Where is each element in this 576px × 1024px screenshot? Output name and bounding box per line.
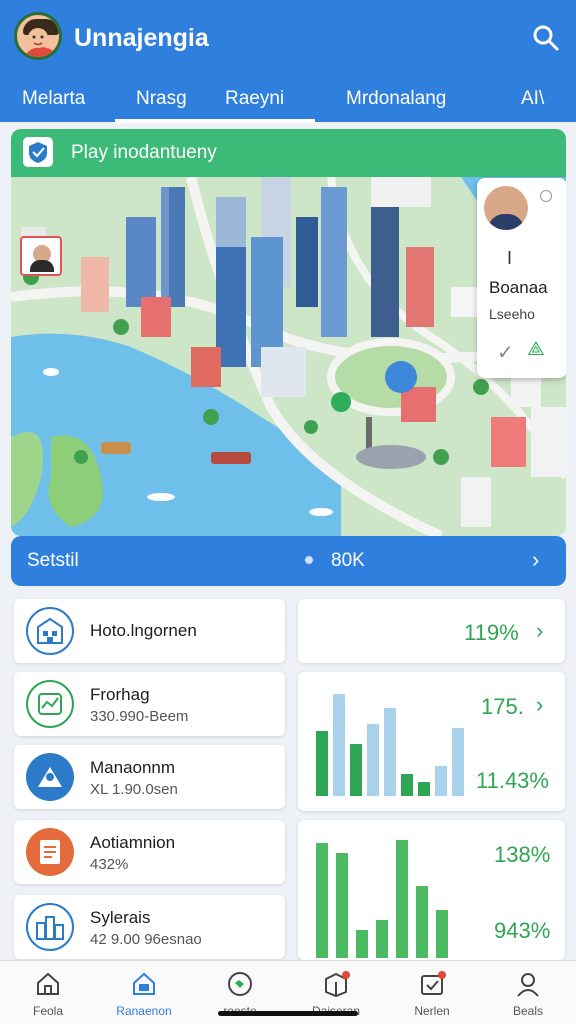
list-item[interactable]: Aotiamnion 432%	[14, 820, 285, 884]
chart-bar	[416, 886, 428, 958]
active-tab-indicator	[115, 119, 315, 123]
map-banner[interactable]: Play inodantueny	[11, 129, 566, 177]
stat-card-3[interactable]: 138% 943%	[298, 820, 565, 960]
chevron-right-icon[interactable]: ›	[532, 547, 539, 573]
chart-bar	[418, 782, 430, 796]
list-item-title: Manaonnm	[90, 758, 176, 777]
profile-sub: Lseeho	[489, 306, 535, 322]
nav-item-user[interactable]: Beals	[480, 961, 576, 1024]
nav-item-map[interactable]: Ranaenon	[96, 961, 192, 1024]
chart-bar	[384, 708, 396, 796]
list-item-title: Sylerais	[90, 908, 151, 927]
chart-bar	[435, 766, 447, 796]
app-title: Unnajengia	[74, 24, 209, 52]
list-item-title: Hoto.lngornen	[90, 621, 197, 640]
map-card: Play inodantueny I Boanaa Lseeho ✓ ⟁	[11, 129, 566, 536]
tab-raeyni[interactable]: Raeyni	[225, 88, 284, 110]
user-avatar[interactable]	[14, 12, 62, 60]
box-icon	[325, 971, 350, 998]
list-item-sub: 432%	[90, 856, 129, 873]
chart-icon	[26, 680, 74, 728]
chart-bar	[396, 840, 408, 958]
nav-label: Beals	[512, 1004, 544, 1018]
chart-bar	[367, 724, 379, 796]
checkmark-icon[interactable]: ✓	[497, 340, 514, 365]
shield-icon	[23, 137, 53, 167]
profile-name: Boanaa	[489, 278, 548, 297]
chart-bar	[376, 920, 388, 958]
city-icon	[26, 903, 74, 951]
list-item-title: Frorhag	[90, 685, 150, 704]
stats-value: 80K	[331, 550, 365, 571]
stat-card-2[interactable]: 175. › 11.43%	[298, 672, 565, 811]
chart-bar	[350, 744, 362, 796]
chart-bar	[356, 930, 368, 958]
tab-melarta[interactable]: Melarta	[22, 88, 85, 110]
chart-bar	[333, 694, 345, 796]
stats-dot	[305, 556, 313, 564]
face-icon	[28, 28, 48, 48]
profile-card-icon	[26, 753, 74, 801]
map-icon	[133, 972, 155, 995]
check-icon	[421, 971, 446, 995]
nav-label: Nerlen	[414, 1004, 450, 1018]
chart-bar	[316, 731, 328, 796]
chart-bar	[401, 774, 413, 796]
nav-item-home[interactable]: Feola	[0, 961, 96, 1024]
building-icon	[26, 607, 74, 655]
map-user-pin[interactable]	[20, 236, 62, 276]
stat-secondary-value: 943%	[494, 918, 551, 943]
stat-secondary-value: 11.43%	[476, 768, 549, 793]
nav-label: Ranaenon	[116, 1004, 172, 1018]
user-icon	[517, 973, 539, 997]
list-item[interactable]: Sylerais 42 9.00 96esnao	[14, 895, 285, 959]
leaf-icon[interactable]: ⟁	[527, 338, 545, 361]
stat-value: 175.	[481, 694, 524, 719]
stat-value: 138%	[494, 842, 551, 867]
chart-bar	[452, 728, 464, 796]
tab-mrdonalang[interactable]: Mrdonalang	[346, 88, 446, 110]
list-item-sub: XL 1.90.0sen	[90, 781, 178, 798]
list-item-title: Aotiamnion	[90, 833, 176, 852]
list-item[interactable]: Manaonnm XL 1.90.0sen	[14, 745, 285, 809]
stat-card-1[interactable]: 119% ›	[298, 599, 565, 663]
tab-ai[interactable]: AI\	[521, 88, 544, 110]
chevron-right-icon[interactable]: ›	[536, 692, 543, 718]
list-item-sub: 42 9.00 96esnao	[90, 931, 202, 948]
search-icon[interactable]	[532, 24, 560, 52]
profile-photo	[484, 186, 528, 230]
clipboard-icon	[26, 828, 74, 876]
text-cursor: I	[507, 248, 513, 268]
home-indicator	[218, 1011, 358, 1016]
stats-bar[interactable]: Setstil 80K ›	[11, 536, 566, 586]
profile-popup[interactable]: I Boanaa Lseeho ✓ ⟁	[477, 178, 566, 378]
list-item[interactable]: Hoto.lngornen	[14, 599, 285, 663]
chart-bar	[316, 843, 328, 958]
stats-label: Setstil	[27, 550, 79, 571]
home-icon	[37, 972, 59, 995]
nav-label: Feola	[32, 1004, 64, 1018]
list-item[interactable]: Frorhag 330.990-Beem	[14, 672, 285, 736]
map-banner-label: Play inodantueny	[71, 142, 217, 163]
stat-value: 119%	[464, 620, 519, 645]
list-item-sub: 330.990-Beem	[90, 708, 189, 725]
chevron-right-icon[interactable]: ›	[536, 618, 543, 644]
tab-nrasg[interactable]: Nrasg	[136, 88, 187, 110]
chart-bar	[436, 910, 448, 958]
nav-item-check[interactable]: Nerlen	[384, 961, 480, 1024]
status-dot	[540, 190, 552, 202]
app-header: Unnajengia Melarta Nrasg Raeyni Mrdonala…	[0, 0, 576, 123]
tab-bar: Melarta Nrasg Raeyni Mrdonalang AI\	[0, 80, 576, 123]
globe-icon	[228, 972, 252, 996]
chart-bar	[336, 853, 348, 958]
